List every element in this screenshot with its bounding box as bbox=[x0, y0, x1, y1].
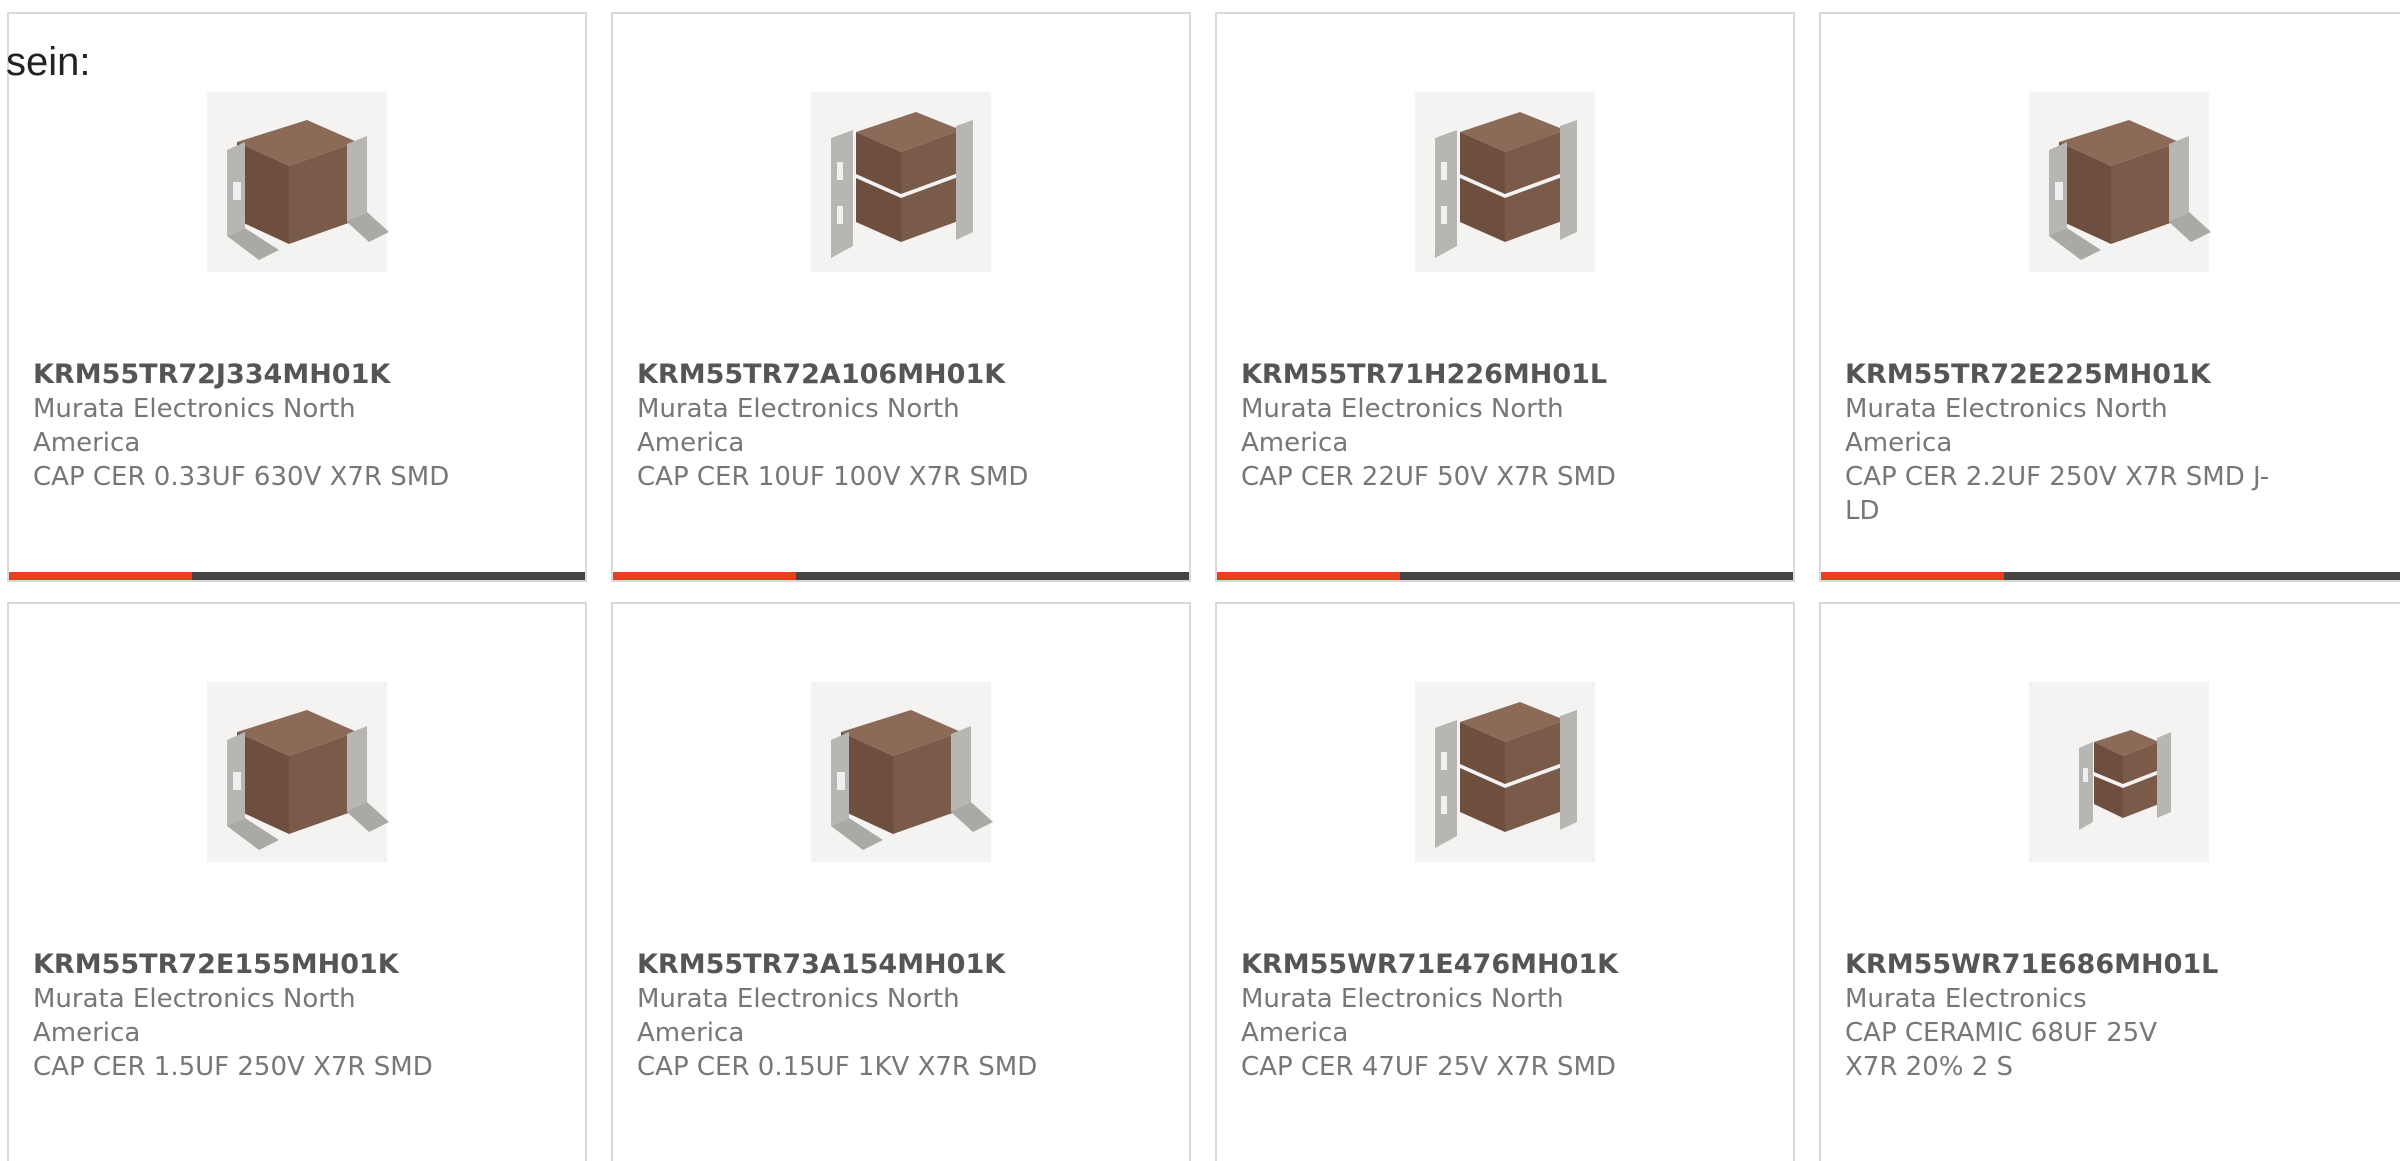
product-description: CAP CER 0.15UF 1KV X7R SMD bbox=[637, 1052, 1038, 1082]
capacitor-stacked-icon bbox=[1415, 682, 1595, 862]
capacitor-small-stacked-icon bbox=[2029, 682, 2209, 862]
manufacturer-name: Murata Electronics North America bbox=[1241, 394, 1564, 458]
part-number[interactable]: KRM55TR72E225MH01K bbox=[1845, 358, 2275, 392]
product-description: CAP CER 2.2UF 250V X7R SMD J-LD bbox=[1845, 462, 2270, 526]
part-number[interactable]: KRM55TR72E155MH01K bbox=[33, 948, 453, 982]
card-footer-bar bbox=[9, 572, 585, 580]
capacitor-single-icon bbox=[811, 682, 993, 862]
part-number[interactable]: KRM55TR72A106MH01K bbox=[637, 358, 1057, 392]
product-card[interactable]: KRM55WR71E686MH01L Murata Electronics CA… bbox=[1819, 602, 2400, 1161]
manufacturer-name: Murata Electronics bbox=[1845, 984, 2087, 1014]
part-number[interactable]: KRM55TR71H226MH01L bbox=[1241, 358, 1661, 392]
part-number[interactable]: KRM55TR72J334MH01K bbox=[33, 358, 453, 392]
manufacturer-name: Murata Electronics North America bbox=[33, 394, 356, 458]
product-card[interactable]: KRM55TR72E155MH01K Murata Electronics No… bbox=[7, 602, 587, 1161]
product-description: CAP CER 22UF 50V X7R SMD bbox=[1241, 462, 1616, 492]
product-card[interactable]: KRM55TR72A106MH01K Murata Electronics No… bbox=[611, 12, 1191, 582]
manufacturer-name: Murata Electronics North America bbox=[1241, 984, 1564, 1048]
manufacturer-name: Murata Electronics North America bbox=[637, 984, 960, 1048]
card-footer-accent bbox=[1217, 572, 1400, 580]
card-footer-bar bbox=[1217, 572, 1793, 580]
manufacturer-name: Murata Electronics North America bbox=[33, 984, 356, 1048]
product-description: CAP CER 1.5UF 250V X7R SMD bbox=[33, 1052, 433, 1082]
product-card[interactable]: KRM55TR72J334MH01K Murata Electronics No… bbox=[7, 12, 587, 582]
card-footer-accent bbox=[1821, 572, 2004, 580]
product-description: CAP CER 47UF 25V X7R SMD bbox=[1241, 1052, 1616, 1082]
product-card[interactable]: KRM55TR72E225MH01K Murata Electronics No… bbox=[1819, 12, 2400, 582]
manufacturer-name: Murata Electronics North America bbox=[637, 394, 960, 458]
card-footer-bar bbox=[1821, 572, 2400, 580]
card-footer-accent bbox=[9, 572, 192, 580]
capacitor-single-icon bbox=[2029, 92, 2211, 272]
prefix-text: sein: bbox=[6, 40, 91, 84]
product-description: CAP CER 0.33UF 630V X7R SMD bbox=[33, 462, 450, 492]
product-grid-page: sein: KRM55TR72J334MH01K Murata Electron… bbox=[0, 0, 2400, 1161]
capacitor-stacked-icon bbox=[1415, 92, 1595, 272]
product-card[interactable]: KRM55TR73A154MH01K Murata Electronics No… bbox=[611, 602, 1191, 1161]
capacitor-single-icon bbox=[207, 682, 389, 862]
product-description: CAP CER 10UF 100V X7R SMD bbox=[637, 462, 1029, 492]
part-number[interactable]: KRM55WR71E686MH01L bbox=[1845, 948, 2218, 982]
card-footer-accent bbox=[613, 572, 796, 580]
product-card[interactable]: KRM55WR71E476MH01K Murata Electronics No… bbox=[1215, 602, 1795, 1161]
capacitor-stacked-icon bbox=[811, 92, 991, 272]
product-card[interactable]: KRM55TR71H226MH01L Murata Electronics No… bbox=[1215, 12, 1795, 582]
part-number[interactable]: KRM55WR71E476MH01K bbox=[1241, 948, 1661, 982]
part-number[interactable]: KRM55TR73A154MH01K bbox=[637, 948, 1057, 982]
capacitor-single-icon bbox=[207, 92, 389, 272]
manufacturer-name: Murata Electronics North America bbox=[1845, 394, 2168, 458]
card-footer-bar bbox=[613, 572, 1189, 580]
product-description: CAP CERAMIC 68UF 25V X7R 20% 2 S bbox=[1845, 1018, 2157, 1082]
